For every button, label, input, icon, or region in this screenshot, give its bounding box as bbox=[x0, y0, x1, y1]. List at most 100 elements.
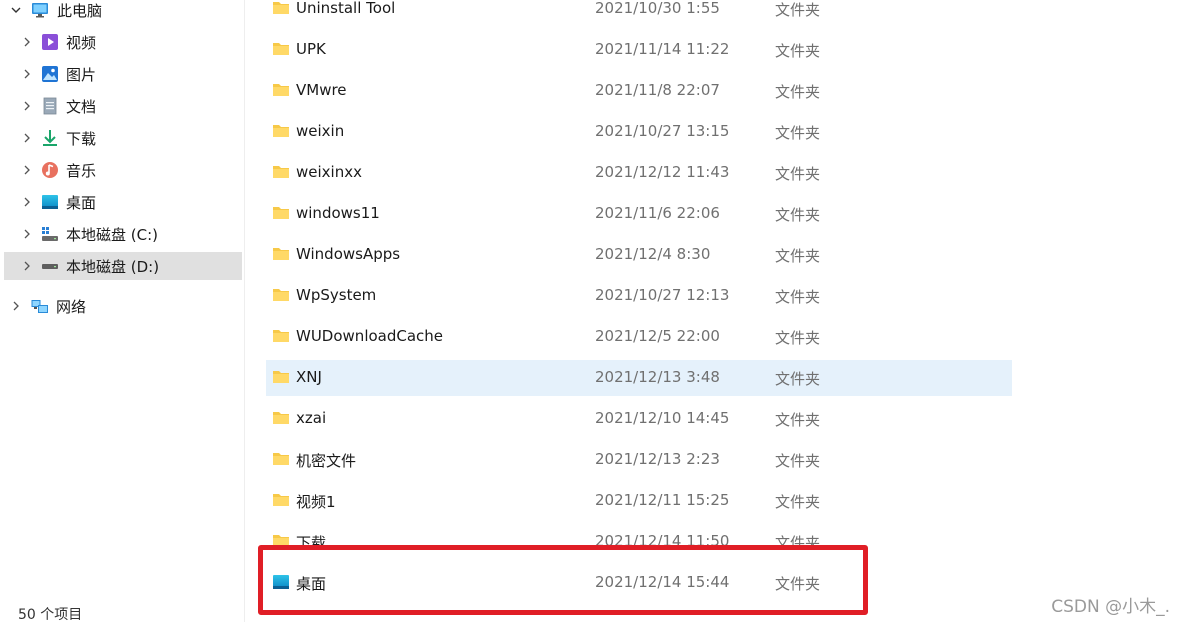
file-row[interactable]: Uninstall Tool 2021/10/30 1:55 文件夹 bbox=[266, 0, 1012, 27]
file-row[interactable]: weixin 2021/10/27 13:15 文件夹 bbox=[266, 114, 1012, 150]
file-row[interactable]: 视频1 2021/12/11 15:25 文件夹 bbox=[266, 483, 1012, 519]
watermark: CSDN @小木_. bbox=[1051, 597, 1170, 617]
file-row[interactable]: WUDownloadCache 2021/12/5 22:00 文件夹 bbox=[266, 319, 1012, 355]
file-date: 2021/12/14 11:50 bbox=[595, 532, 730, 550]
file-name: 机密文件 bbox=[296, 452, 357, 470]
nav-item-this-pc[interactable]: 此电脑 bbox=[4, 0, 242, 24]
file-type: 文件夹 bbox=[775, 247, 821, 265]
file-row[interactable]: 下载 2021/12/14 11:50 文件夹 bbox=[266, 524, 1012, 560]
chevron-down-icon[interactable] bbox=[9, 3, 23, 17]
chevron-right-icon[interactable] bbox=[20, 259, 34, 273]
file-date: 2021/12/10 14:45 bbox=[595, 409, 730, 427]
folder-icon bbox=[273, 84, 289, 96]
chevron-right-icon[interactable] bbox=[20, 35, 34, 49]
picture-icon bbox=[41, 65, 59, 83]
file-type: 文件夹 bbox=[775, 452, 821, 470]
desktop-icon bbox=[41, 193, 59, 211]
nav-label: 此电脑 bbox=[57, 2, 103, 20]
desktop-folder-icon bbox=[273, 575, 289, 589]
chevron-right-icon[interactable] bbox=[20, 163, 34, 177]
file-date: 2021/10/27 13:15 bbox=[595, 122, 730, 140]
file-type: 文件夹 bbox=[775, 493, 821, 511]
folder-icon bbox=[273, 371, 289, 383]
nav-label: 本地磁盘 (D:) bbox=[66, 258, 160, 276]
file-row-desktop[interactable]: 桌面 2021/12/14 15:44 文件夹 bbox=[266, 565, 1012, 601]
file-name: UPK bbox=[296, 40, 326, 58]
file-name: Uninstall Tool bbox=[296, 0, 396, 17]
file-name: xzai bbox=[296, 409, 327, 427]
file-row[interactable]: VMwre 2021/11/8 22:07 文件夹 bbox=[266, 73, 1012, 109]
file-name: windows11 bbox=[296, 204, 380, 222]
file-date: 2021/11/6 22:06 bbox=[595, 204, 720, 222]
file-name: 桌面 bbox=[296, 575, 327, 593]
file-type: 文件夹 bbox=[775, 288, 821, 306]
file-row[interactable]: 机密文件 2021/12/13 2:23 文件夹 bbox=[266, 442, 1012, 478]
file-type: 文件夹 bbox=[775, 83, 821, 101]
nav-item-pictures[interactable]: 图片 bbox=[4, 60, 242, 88]
file-date: 2021/11/14 11:22 bbox=[595, 40, 730, 58]
folder-icon bbox=[273, 248, 289, 260]
folder-icon bbox=[273, 125, 289, 137]
music-icon bbox=[41, 161, 59, 179]
file-row[interactable]: UPK 2021/11/14 11:22 文件夹 bbox=[266, 32, 1012, 68]
file-date: 2021/12/14 15:44 bbox=[595, 573, 730, 591]
nav-label: 图片 bbox=[66, 66, 97, 84]
file-row[interactable]: WindowsApps 2021/12/4 8:30 文件夹 bbox=[266, 237, 1012, 273]
file-row[interactable]: xzai 2021/12/10 14:45 文件夹 bbox=[266, 401, 1012, 437]
file-type: 文件夹 bbox=[775, 124, 821, 142]
file-row[interactable]: weixinxx 2021/12/12 11:43 文件夹 bbox=[266, 155, 1012, 191]
file-date: 2021/12/12 11:43 bbox=[595, 163, 730, 181]
file-name: 视频1 bbox=[296, 493, 336, 511]
file-name: WindowsApps bbox=[296, 245, 401, 263]
file-name: WpSystem bbox=[296, 286, 377, 304]
file-name: VMwre bbox=[296, 81, 347, 99]
nav-item-network[interactable]: 网络 bbox=[4, 292, 242, 320]
chevron-right-icon[interactable] bbox=[20, 67, 34, 81]
file-name: XNJ bbox=[296, 368, 322, 386]
file-name: weixinxx bbox=[296, 163, 362, 181]
nav-item-drive-c[interactable]: 本地磁盘 (C:) bbox=[4, 220, 242, 248]
file-date: 2021/12/11 15:25 bbox=[595, 491, 730, 509]
file-row[interactable]: windows11 2021/11/6 22:06 文件夹 bbox=[266, 196, 1012, 232]
chevron-right-icon[interactable] bbox=[9, 299, 23, 313]
download-icon bbox=[41, 129, 59, 147]
drive-c-icon bbox=[41, 225, 59, 243]
file-type: 文件夹 bbox=[775, 206, 821, 224]
folder-icon bbox=[273, 330, 289, 342]
file-name: weixin bbox=[296, 122, 345, 140]
file-type: 文件夹 bbox=[775, 411, 821, 429]
nav-item-documents[interactable]: 文档 bbox=[4, 92, 242, 120]
file-type: 文件夹 bbox=[775, 42, 821, 60]
file-row-hovered[interactable]: XNJ 2021/12/13 3:48 文件夹 bbox=[266, 360, 1012, 396]
file-type: 文件夹 bbox=[775, 1, 821, 19]
chevron-right-icon[interactable] bbox=[20, 227, 34, 241]
nav-item-desktop[interactable]: 桌面 bbox=[4, 188, 242, 216]
nav-item-downloads[interactable]: 下载 bbox=[4, 124, 242, 152]
computer-icon bbox=[31, 1, 49, 19]
nav-label: 视频 bbox=[66, 34, 97, 52]
nav-item-videos[interactable]: 视频 bbox=[4, 28, 242, 56]
chevron-right-icon[interactable] bbox=[20, 195, 34, 209]
file-type: 文件夹 bbox=[775, 329, 821, 347]
folder-icon bbox=[273, 412, 289, 424]
folder-icon bbox=[273, 494, 289, 506]
file-date: 2021/12/13 2:23 bbox=[595, 450, 720, 468]
navigation-pane: 此电脑 视频 图片 文档 下载 音乐 桌面 本地磁盘 (C:) 本地磁盘 (D:… bbox=[0, 0, 245, 623]
file-type: 文件夹 bbox=[775, 575, 821, 593]
file-name: WUDownloadCache bbox=[296, 327, 444, 345]
file-type: 文件夹 bbox=[775, 534, 821, 552]
file-date: 2021/11/8 22:07 bbox=[595, 81, 720, 99]
file-row[interactable]: WpSystem 2021/10/27 12:13 文件夹 bbox=[266, 278, 1012, 314]
nav-item-drive-d[interactable]: 本地磁盘 (D:) bbox=[4, 252, 242, 280]
file-date: 2021/12/13 3:48 bbox=[595, 368, 720, 386]
item-count-status: 50 个项目 bbox=[18, 607, 83, 623]
nav-label: 桌面 bbox=[66, 194, 97, 212]
folder-icon bbox=[273, 535, 289, 547]
chevron-right-icon[interactable] bbox=[20, 99, 34, 113]
file-type: 文件夹 bbox=[775, 370, 821, 388]
video-icon bbox=[41, 33, 59, 51]
nav-label: 文档 bbox=[66, 98, 97, 116]
nav-item-music[interactable]: 音乐 bbox=[4, 156, 242, 184]
chevron-right-icon[interactable] bbox=[20, 131, 34, 145]
nav-label: 音乐 bbox=[66, 162, 97, 180]
